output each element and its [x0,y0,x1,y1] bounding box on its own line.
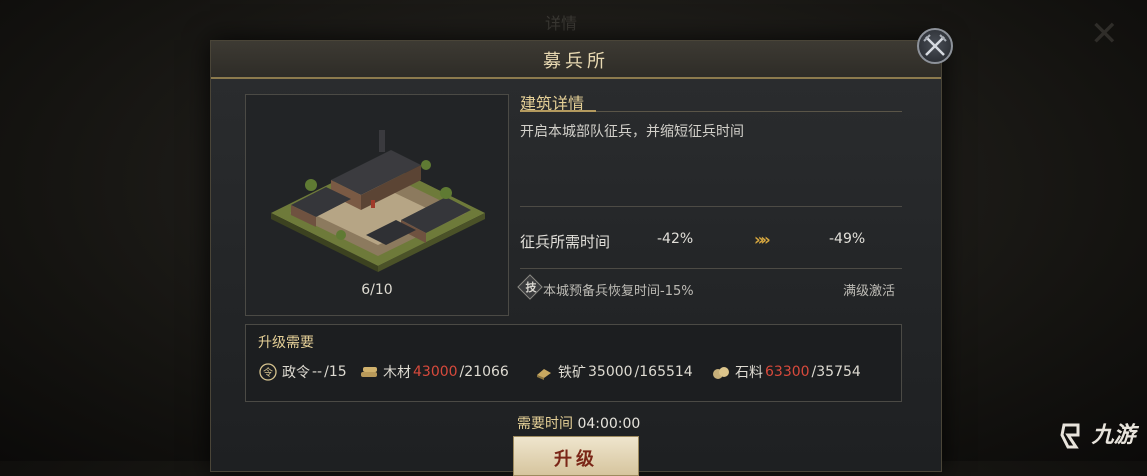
decree-icon: 令 [259,363,277,381]
jiuyou-logo-icon [1060,423,1080,449]
time-value: 04:00:00 [577,416,641,432]
upgrade-button[interactable]: 升级 [513,436,639,476]
requirement-need: /35754 [811,364,861,380]
requirement-decree: 令 政令 -- /15 [259,362,347,382]
svg-text:令: 令 [263,366,273,379]
requirement-have: -- [312,364,323,380]
stone-icon [713,367,729,379]
requirement-name: 铁矿 [558,365,586,381]
requirements-title: 升级需要 [258,335,314,351]
requirement-iron: 铁矿 35000 /165514 [535,362,693,382]
divider [520,206,902,207]
panel-header: 募兵所 [211,41,941,79]
watermark-text: 九游 [1091,423,1136,448]
stat-current-value: -42% [657,231,694,247]
requirement-have: 35000 [588,364,633,380]
requirement-name: 石料 [735,365,763,381]
time-label: 需要时间 [517,416,573,432]
wood-icon [361,367,377,377]
title-accent-line [520,110,596,112]
requirement-stone: 石料 63300 /35754 [712,362,861,382]
skill-icon-glyph: 技 [525,281,537,294]
requirement-need: /165514 [634,364,693,380]
background-close-icon: ✕ [1090,14,1119,54]
building-preview: 6/10 [245,94,509,316]
crossed-swords-icon [923,34,947,56]
requirement-need: /15 [324,364,347,380]
upgrade-time: 需要时间 04:00:00 [517,413,640,433]
requirement-need: /21066 [459,364,509,380]
divider [520,268,902,269]
requirement-wood: 木材 43000 /21066 [360,362,509,382]
building-description: 开启本城部队征兵，并缩短征兵时间 [520,124,744,140]
building-level: 6/10 [361,282,393,298]
watermark: 九游 [1058,417,1136,451]
panel-title: 募兵所 [543,51,609,72]
iron-ore-icon [537,369,551,380]
stat-next-value: -49% [829,231,866,247]
close-button[interactable] [917,28,953,64]
upgrade-button-label: 升级 [554,449,598,470]
skill-bonus-text: 本城预备兵恢复时间-15% [543,284,694,299]
requirement-have: 43000 [413,364,458,380]
double-chevron-right-icon: »» [754,230,771,249]
requirement-name: 木材 [383,365,411,381]
requirement-name: 政令 [282,365,310,381]
skill-activation-status: 满级激活 [843,284,896,299]
stat-label: 征兵所需时间 [520,233,611,251]
background-title: 详情 [545,14,578,33]
requirement-have: 63300 [765,364,810,380]
barracks-building-image [271,130,485,272]
